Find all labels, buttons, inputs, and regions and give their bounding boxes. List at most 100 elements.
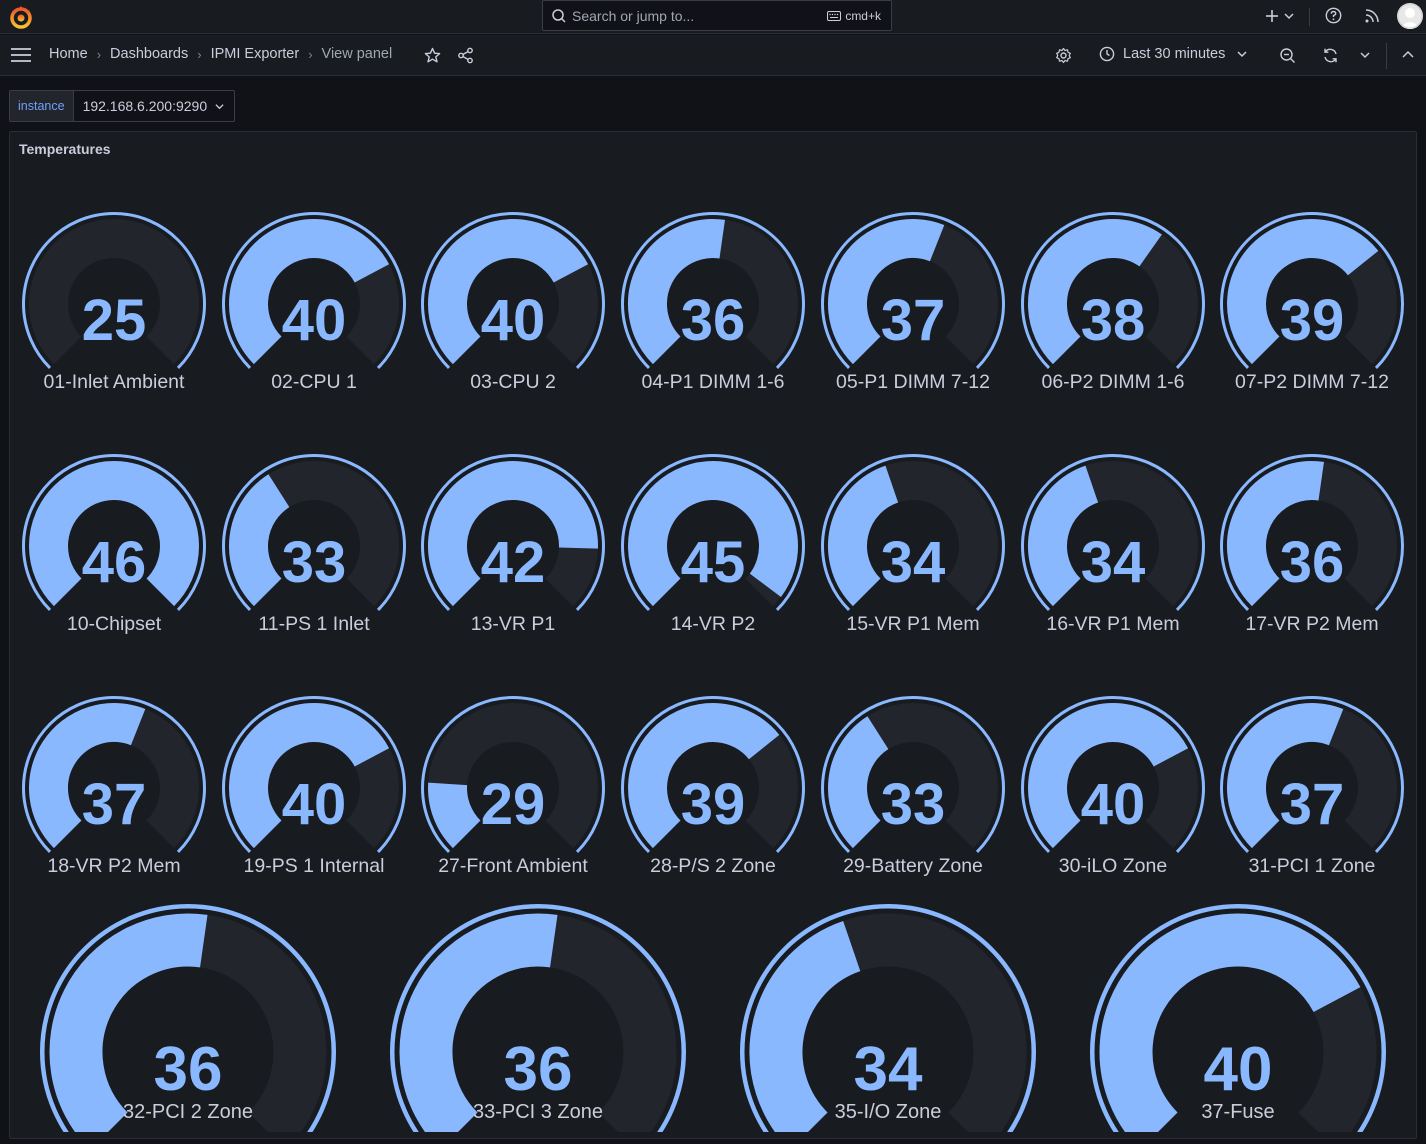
gauge-label: 14-VR P2: [671, 613, 756, 635]
gauge-graphic: 39 28-P/S 2 Zone: [621, 695, 806, 877]
zoom-out-icon[interactable]: [1279, 47, 1296, 64]
gauge-label: 01-Inlet Ambient: [44, 371, 186, 393]
breadcrumb-current: View panel: [321, 46, 393, 62]
gauge-graphic: 29 27-Front Ambient: [421, 695, 606, 877]
gauge: 36 33-PCI 3 Zone: [384, 898, 692, 1132]
chevron-right-icon: ›: [308, 46, 313, 62]
chevron-down-icon: [215, 103, 224, 109]
clock-icon: [1099, 46, 1115, 62]
gauge-graphic: 40 19-PS 1 Internal: [221, 695, 406, 877]
gauge-value: 40: [1080, 772, 1145, 837]
search-shortcut: cmd+k: [827, 9, 881, 23]
gauge-label: 32-PCI 2 Zone: [123, 1101, 253, 1123]
gauge-label: 30-iLO Zone: [1058, 855, 1166, 877]
plus-icon[interactable]: [1264, 8, 1280, 24]
gauge-value: 40: [281, 288, 346, 353]
search-icon: [552, 9, 566, 23]
star-icon[interactable]: [424, 47, 441, 64]
chevron-down-icon[interactable]: [1360, 50, 1370, 60]
gauge-value: 34: [854, 1035, 923, 1104]
gauge: 36 04-P1 DIMM 1-6: [615, 206, 811, 402]
gauge: 39 28-P/S 2 Zone: [615, 690, 811, 886]
gauge: 25 01-Inlet Ambient: [16, 206, 212, 402]
gauge: 33 29-Battery Zone: [815, 690, 1011, 886]
chevron-down-icon[interactable]: [1284, 11, 1294, 21]
time-range-picker[interactable]: Last 30 minutes: [1099, 46, 1247, 62]
variable-value-dropdown[interactable]: 192.168.6.200:9290: [73, 90, 236, 122]
gauge-graphic: 4037-Fuse: [1090, 904, 1386, 1132]
gauge-label: 33-PCI 3 Zone: [473, 1101, 603, 1123]
gauge: 37 31-PCI 1 Zone: [1214, 690, 1410, 886]
gauge-graphic: 37 31-PCI 1 Zone: [1220, 695, 1405, 877]
keyboard-icon: [827, 11, 842, 21]
gauge-value: 40: [1204, 1035, 1273, 1104]
gauge-value: 34: [881, 530, 946, 595]
gauge-value: 40: [481, 288, 546, 353]
avatar[interactable]: [1397, 3, 1423, 29]
gauge-label: 05-P1 DIMM 7-12: [836, 371, 990, 393]
gauge-value: 33: [881, 772, 946, 837]
gauge-label: 35-I/O Zone: [835, 1101, 942, 1123]
gauge-value: 29: [481, 772, 546, 837]
gauge-label: 10-Chipset: [67, 613, 162, 635]
gauge: 33 11-PS 1 Inlet: [216, 448, 412, 644]
refresh-icon[interactable]: [1322, 47, 1339, 64]
gauge-value: 39: [1280, 288, 1345, 353]
menu-icon[interactable]: [10, 47, 32, 63]
dashboard-nav-bar: Home › Dashboards › IPMI Exporter › View…: [0, 35, 1426, 76]
gauge-label: 27-Front Ambient: [439, 855, 589, 877]
gauge-label: 04-P1 DIMM 1-6: [642, 371, 785, 393]
gauge-value: 46: [82, 530, 147, 595]
breadcrumb-dashboard[interactable]: IPMI Exporter: [211, 46, 300, 62]
gauge: 36 17-VR P2 Mem: [1214, 448, 1410, 644]
help-icon[interactable]: [1325, 7, 1342, 24]
gauge-graphic: 33 29-Battery Zone: [820, 695, 1005, 877]
gauge-graphic: 38 06-P2 DIMM 1-6: [1020, 211, 1205, 393]
gauge-label: 03-CPU 2: [471, 371, 557, 393]
breadcrumb-dashboards[interactable]: Dashboards: [110, 46, 188, 62]
gauge-label: 16-VR P1 Mem: [1046, 613, 1179, 635]
gauge-label: 06-P2 DIMM 1-6: [1041, 371, 1184, 393]
chevron-up-icon[interactable]: [1402, 50, 1414, 60]
gauge-graphic: 36 17-VR P2 Mem: [1220, 453, 1405, 635]
settings-icon[interactable]: [1055, 47, 1072, 64]
grafana-logo-icon[interactable]: [8, 4, 34, 30]
variable-selector: instance 192.168.6.200:9290: [9, 90, 236, 122]
breadcrumb-home[interactable]: Home: [49, 46, 88, 62]
gauge-value-arc: [827, 716, 889, 849]
gauge: 29 27-Front Ambient: [415, 690, 611, 886]
share-icon[interactable]: [457, 47, 474, 64]
gauge-label: 37-Fuse: [1201, 1101, 1274, 1123]
gauge-value: 36: [504, 1035, 573, 1104]
gauge: 34 16-VR P1 Mem: [1015, 448, 1211, 644]
time-range-label: Last 30 minutes: [1123, 46, 1226, 62]
panel-title: Temperatures: [19, 141, 111, 157]
gauge: 40 02-CPU 1: [216, 206, 412, 402]
gauge: 37 18-VR P2 Mem: [16, 690, 212, 886]
gauge: 34 15-VR P1 Mem: [815, 448, 1011, 644]
gauge-value: 37: [1280, 772, 1345, 837]
gauge: 40 30-iLO Zone: [1015, 690, 1211, 886]
gauge-label: 02-CPU 1: [271, 371, 357, 393]
chevron-down-icon: [1237, 51, 1247, 58]
gauge-value-arc: [428, 782, 482, 849]
gauge-graphic: 36 04-P1 DIMM 1-6: [621, 211, 806, 393]
gauge: 40 19-PS 1 Internal: [216, 690, 412, 886]
gauge-graphic: 37 18-VR P2 Mem: [22, 695, 206, 877]
divider: [1309, 8, 1310, 26]
rss-icon[interactable]: [1364, 8, 1380, 24]
gauge: 46 10-Chipset: [16, 448, 212, 644]
gauge-label: 07-P2 DIMM 7-12: [1235, 371, 1389, 393]
temperatures-panel: Temperatures 25 01-Inlet Ambient 40 02-CPU …: [9, 131, 1417, 1139]
gauge: 45 14-VR P2: [615, 448, 811, 644]
gauge: 36 32-PCI 2 Zone: [34, 898, 342, 1132]
top-bar: Search or jump to... cmd+k: [0, 0, 1426, 34]
gauge-value: 37: [881, 288, 946, 353]
gauge-graphic: 40 30-iLO Zone: [1020, 695, 1205, 877]
gauge-value: 45: [681, 530, 746, 595]
gauge-graphic: 39 07-P2 DIMM 7-12: [1220, 211, 1405, 393]
chevron-right-icon: ›: [197, 46, 202, 62]
gauge-graphic: 37 05-P1 DIMM 7-12: [820, 211, 1005, 393]
search-box[interactable]: Search or jump to... cmd+k: [542, 0, 892, 31]
gauge-graphic: 34 15-VR P1 Mem: [820, 453, 1005, 635]
